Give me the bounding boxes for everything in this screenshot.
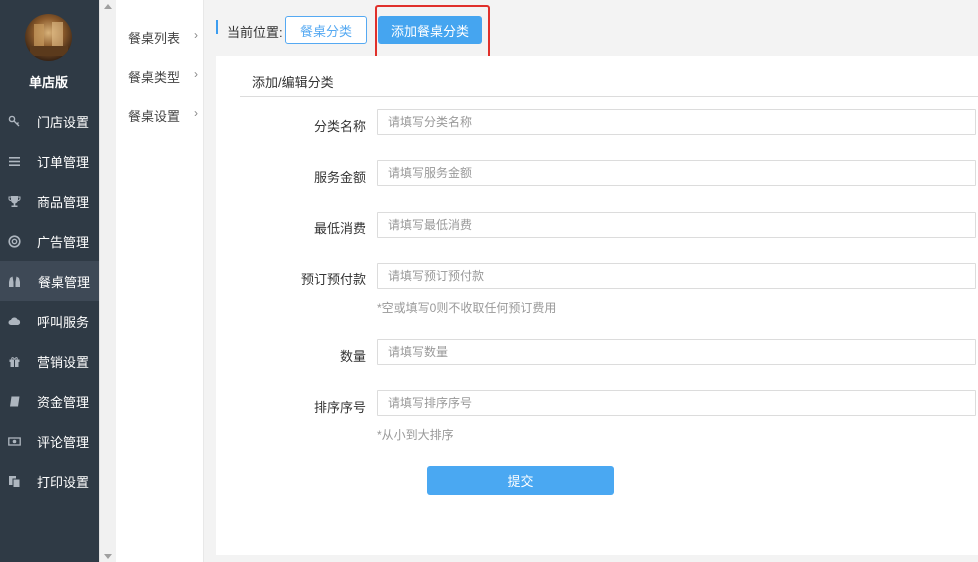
store-avatar[interactable] (25, 14, 72, 61)
main-sidebar: 单店版 门店设置 订单管理 商品管理 广告管理 餐桌管理 呼叫服务 营销设置 资… (0, 0, 99, 562)
money-icon (8, 435, 21, 448)
sort-order-input[interactable] (377, 390, 976, 416)
sidebar-nav: 门店设置 订单管理 商品管理 广告管理 餐桌管理 呼叫服务 营销设置 资金管理 … (0, 101, 99, 501)
sidebar-item-reviews[interactable]: 评论管理 (0, 421, 99, 461)
sort-order-hint: *从小到大排序 (377, 428, 454, 442)
add-table-category-button[interactable]: 添加餐桌分类 (378, 16, 482, 44)
sidebar-scrollbar[interactable] (99, 0, 116, 562)
table-submenu: 餐桌列表 › 餐桌类型 › 餐桌设置 › (116, 0, 204, 562)
category-name-input[interactable] (377, 109, 976, 135)
sidebar-item-label: 营销设置 (37, 354, 90, 370)
submenu-item-table-type[interactable]: 餐桌类型 › (128, 67, 198, 87)
binoculars-icon (8, 275, 21, 288)
sidebar-item-funds[interactable]: 资金管理 (0, 381, 99, 421)
breadcrumb-marker (216, 20, 218, 34)
cloud-icon (8, 315, 21, 328)
lifebuoy-icon (8, 234, 21, 248)
sidebar-item-label: 门店设置 (37, 114, 90, 130)
gift-icon (8, 355, 21, 368)
sidebar-item-label: 打印设置 (37, 474, 90, 490)
list-icon (8, 155, 21, 168)
chevron-right-icon: › (194, 67, 198, 81)
sidebar-item-call-service[interactable]: 呼叫服务 (0, 301, 99, 341)
copy-icon (8, 475, 21, 488)
sidebar-item-ads[interactable]: 广告管理 (0, 221, 99, 261)
min-spend-input[interactable] (377, 212, 976, 238)
submenu-item-label: 餐桌列表 (128, 31, 181, 46)
service-fee-input[interactable] (377, 160, 976, 186)
sidebar-item-label: 订单管理 (37, 154, 90, 170)
sidebar-item-tables[interactable]: 餐桌管理 (0, 261, 99, 301)
sidebar-item-orders[interactable]: 订单管理 (0, 141, 99, 181)
quantity-label: 数量 (339, 349, 366, 364)
sidebar-item-label: 商品管理 (37, 194, 90, 210)
store-name: 单店版 (28, 75, 68, 90)
sort-order-label: 排序序号 (313, 400, 366, 415)
key-icon (8, 115, 21, 128)
deposit-input[interactable] (377, 263, 976, 289)
sidebar-item-print-settings[interactable]: 打印设置 (0, 461, 99, 501)
sidebar-item-store-settings[interactable]: 门店设置 (0, 101, 99, 141)
breadcrumb-label: 当前位置: (227, 25, 283, 40)
submenu-item-label: 餐桌设置 (128, 109, 181, 124)
table-category-button[interactable]: 餐桌分类 (285, 16, 367, 44)
submenu-item-table-settings[interactable]: 餐桌设置 › (128, 106, 198, 126)
sidebar-item-label: 资金管理 (37, 394, 90, 410)
divider (240, 96, 978, 97)
deposit-label: 预订预付款 (300, 272, 366, 287)
sidebar-item-label: 广告管理 (37, 234, 90, 250)
form-panel: 添加/编辑分类 分类名称 服务金额 最低消费 预订预付款 *空或填写0则不收取任… (216, 56, 978, 555)
sidebar-item-products[interactable]: 商品管理 (0, 181, 99, 221)
scroll-up-arrow-icon[interactable] (104, 4, 112, 9)
sidebar-item-label: 呼叫服务 (37, 314, 90, 330)
quantity-input[interactable] (377, 339, 976, 365)
trophy-icon (8, 195, 21, 208)
breadcrumb: 当前位置: 餐桌分类 添加餐桌分类 (204, 0, 978, 59)
sidebar-item-marketing[interactable]: 营销设置 (0, 341, 99, 381)
service-fee-label: 服务金额 (313, 170, 366, 185)
book-icon (8, 395, 21, 408)
min-spend-label: 最低消费 (313, 221, 366, 236)
submenu-item-table-list[interactable]: 餐桌列表 › (128, 28, 198, 48)
sidebar-item-label: 餐桌管理 (38, 274, 91, 290)
submit-button[interactable]: 提交 (427, 466, 614, 495)
sidebar-item-label: 评论管理 (37, 434, 90, 450)
panel-title: 添加/编辑分类 (252, 75, 334, 90)
category-name-label: 分类名称 (313, 119, 366, 134)
deposit-hint: *空或填写0则不收取任何预订费用 (377, 301, 557, 315)
chevron-right-icon: › (194, 28, 198, 42)
scroll-down-arrow-icon[interactable] (104, 554, 112, 559)
submenu-item-label: 餐桌类型 (128, 70, 181, 85)
chevron-right-icon: › (194, 106, 198, 120)
